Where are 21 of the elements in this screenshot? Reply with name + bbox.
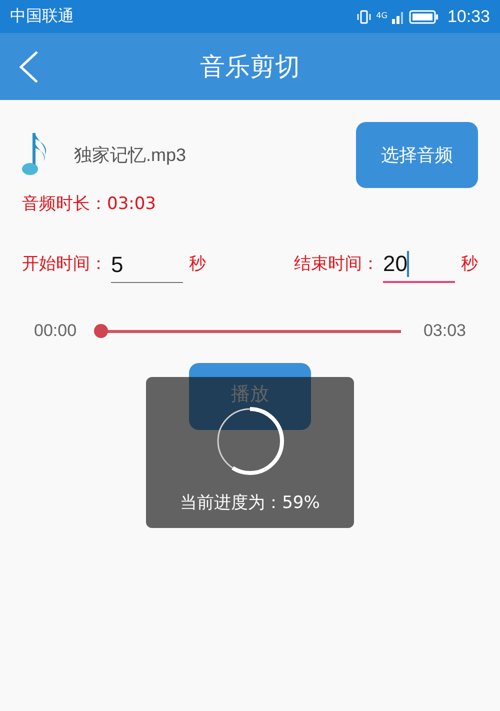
slider-thumb[interactable] (94, 324, 108, 338)
battery-icon (409, 10, 440, 24)
screen-title: 音乐剪切 (200, 51, 300, 83)
end-time: 03:03 (423, 321, 466, 341)
network-label: 4G (376, 10, 388, 20)
progress-text: 当前进度为：59% (180, 492, 320, 514)
time-label: 开始时间： (22, 253, 107, 276)
unit-label: 秒 (461, 253, 478, 276)
clock-time: 10:33 (447, 6, 490, 26)
time-input-field[interactable]: 20 (383, 247, 455, 283)
carrier-name: 中国联通 (10, 6, 74, 27)
file-name: 独家记忆.mp3 (74, 144, 186, 167)
duration-value: 03:03 (107, 194, 156, 214)
unit-label: 秒 (189, 253, 206, 276)
time-input-field[interactable]: 5 (111, 248, 183, 283)
time-label: 结束时间： (294, 253, 379, 276)
duration-label: 音频时长： (22, 194, 107, 214)
back-icon[interactable] (18, 50, 40, 84)
signal-icon (391, 10, 406, 24)
start-time: 00:00 (34, 321, 77, 341)
vibrate-icon (356, 10, 372, 24)
